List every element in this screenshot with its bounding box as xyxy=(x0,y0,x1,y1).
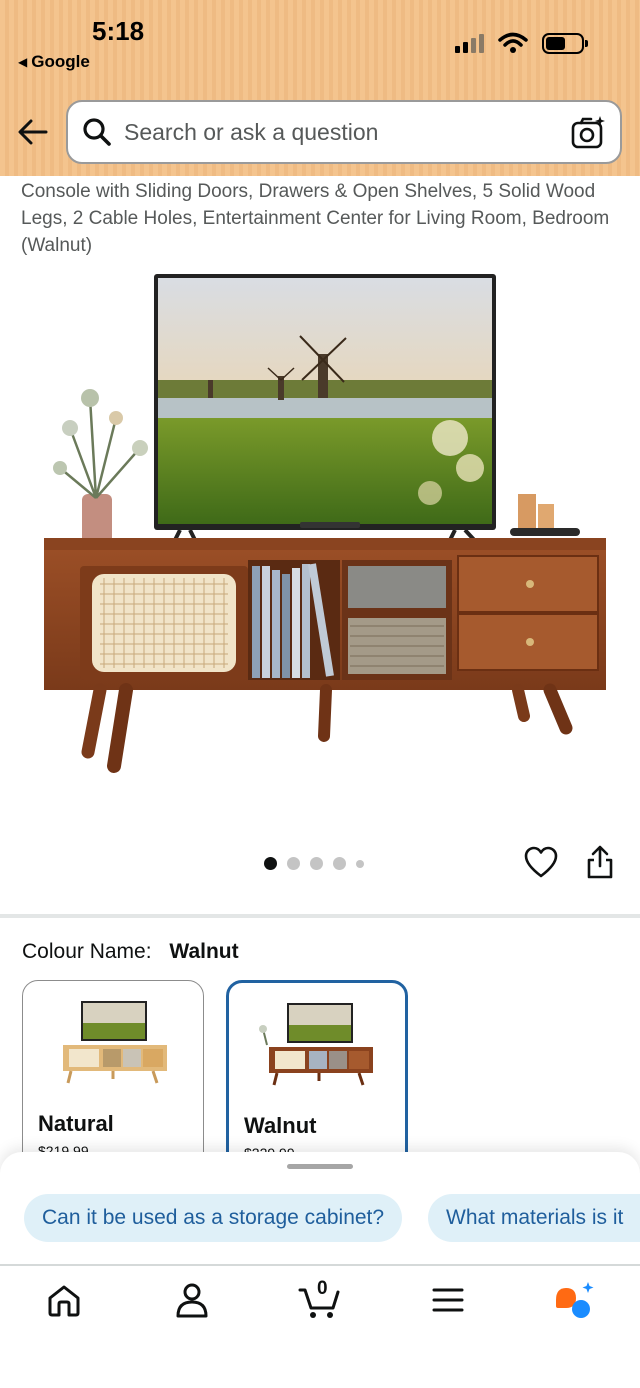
back-arrow-icon[interactable] xyxy=(16,115,50,149)
section-divider xyxy=(0,914,640,918)
back-to-app-link[interactable]: ◀ Google xyxy=(18,52,90,72)
product-title: Console with Sliding Doors, Drawers & Op… xyxy=(21,181,610,256)
colour-option-name: Natural xyxy=(38,1111,114,1136)
carousel-dot[interactable] xyxy=(310,857,323,870)
menu-icon[interactable] xyxy=(426,1278,470,1322)
battery-icon xyxy=(542,32,588,54)
colour-option-name: Walnut xyxy=(244,1113,317,1138)
tv-illustration xyxy=(154,274,496,551)
image-carousel-indicator[interactable] xyxy=(264,857,364,870)
decor-candles xyxy=(510,494,580,536)
wifi-icon xyxy=(498,32,528,53)
search-input[interactable] xyxy=(124,118,544,146)
tv-stand-illustration xyxy=(44,538,606,773)
variation-label: Colour Name: xyxy=(22,940,152,963)
cart-button[interactable]: 0 xyxy=(298,1278,342,1322)
rufus-assistant-icon[interactable] xyxy=(552,1278,596,1322)
heart-icon[interactable] xyxy=(524,846,558,880)
search-icon xyxy=(83,118,111,146)
carousel-dot[interactable] xyxy=(356,859,364,868)
vase-illustration xyxy=(53,389,148,550)
sheet-drag-handle[interactable] xyxy=(287,1164,353,1169)
bottom-nav-divider xyxy=(0,1264,640,1266)
carousel-dot[interactable] xyxy=(287,857,300,870)
colour-option-natural[interactable]: Natural $219.99 xyxy=(22,980,204,1170)
status-time: 5:18 xyxy=(92,16,145,46)
natural-thumbnail xyxy=(63,1001,167,1084)
carousel-dot[interactable] xyxy=(264,857,277,870)
header-bar: 5:18 ◀ Google xyxy=(0,0,640,176)
status-icons xyxy=(455,32,588,54)
carousel-dot[interactable] xyxy=(333,857,346,870)
walnut-thumbnail xyxy=(259,1003,373,1086)
suggestion-chip[interactable]: What materials is it xyxy=(428,1194,640,1242)
variation-label-row: Colour Name: Walnut xyxy=(22,940,239,964)
assistant-bottom-sheet: Can it be used as a storage cabinet? Wha… xyxy=(0,1152,640,1388)
account-icon[interactable] xyxy=(170,1278,214,1322)
product-image[interactable] xyxy=(30,268,610,808)
variation-selected-value: Walnut xyxy=(169,940,239,963)
back-app-label: Google xyxy=(31,52,90,71)
colour-option-walnut[interactable]: Walnut $229.99 xyxy=(226,980,408,1170)
cart-count: 0 xyxy=(317,1278,328,1299)
search-bar[interactable] xyxy=(66,100,622,164)
suggestion-chip[interactable]: Can it be used as a storage cabinet? xyxy=(24,1194,403,1242)
camera-search-icon[interactable] xyxy=(570,115,606,151)
home-icon[interactable] xyxy=(42,1278,86,1322)
caret-left-icon: ◀ xyxy=(18,55,28,69)
cellular-signal-icon xyxy=(455,33,484,53)
share-icon[interactable] xyxy=(585,844,615,880)
